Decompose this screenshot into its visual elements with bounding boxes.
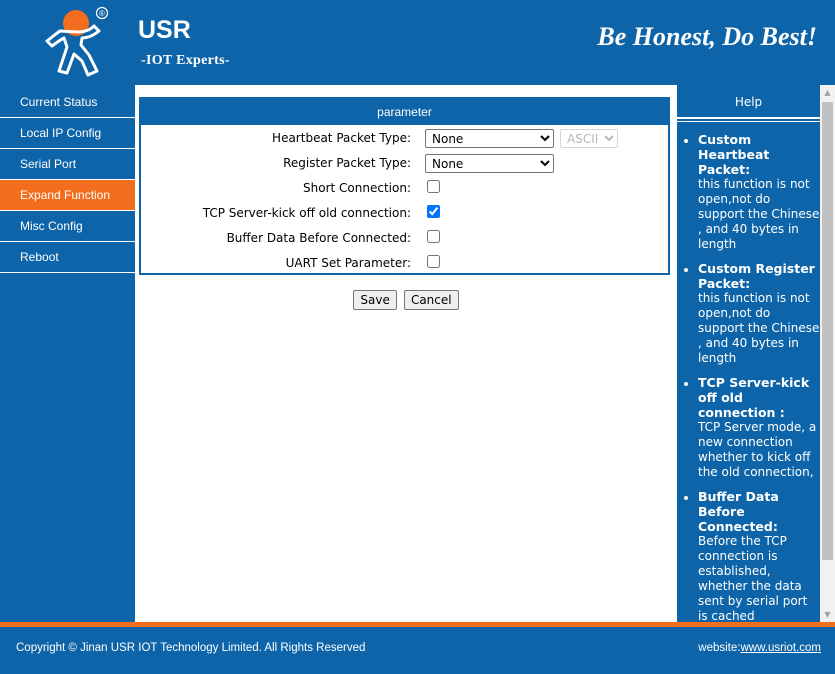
help-item: Custom Heartbeat Packet: this function i…	[698, 132, 820, 254]
help-title: Help	[677, 85, 820, 119]
help-item-heading: TCP Server-kick off old connection :	[698, 375, 810, 420]
save-button[interactable]: Save	[353, 290, 397, 310]
help-item-text: this function is not open,not do support…	[698, 291, 820, 365]
slogan: Be Honest, Do Best!	[597, 22, 817, 51]
help-item-text: this function is not open,not do support…	[698, 177, 820, 251]
cancel-button[interactable]: Cancel	[403, 290, 459, 310]
buffer-data-row: Buffer Data Before Connected:	[141, 227, 668, 252]
help-item-text: Before the TCP connection is established…	[698, 534, 808, 623]
help-body: Custom Heartbeat Packet: this function i…	[677, 121, 820, 623]
register-type-select[interactable]: None	[425, 154, 554, 173]
main-content: parameter Heartbeat Packet Type: None AS…	[135, 85, 677, 622]
header: ® USR -IOT Experts- Be Honest, Do Best!	[0, 0, 835, 85]
uart-set-parameter-checkbox[interactable]	[427, 255, 440, 268]
sidebar-item-misc-config[interactable]: Misc Config	[0, 211, 135, 242]
scroll-up-arrow-icon[interactable]: ▲	[820, 85, 835, 100]
help-scrollbar[interactable]: ▲ ▼	[820, 85, 835, 622]
buffer-data-checkbox[interactable]	[427, 230, 440, 243]
sidebar-item-current-status[interactable]: Current Status	[0, 87, 135, 118]
sidebar-item-reboot[interactable]: Reboot	[0, 242, 135, 273]
website-info: website:www.usriot.com	[698, 642, 821, 654]
heartbeat-format-select[interactable]: ASCII	[560, 129, 618, 148]
registered-mark: ®	[99, 9, 105, 18]
uart-set-label: UART Set Parameter:	[285, 256, 411, 270]
copyright-text: Copyright © Jinan USR IOT Technology Lim…	[16, 642, 366, 654]
help-item-text: TCP Server mode, a new connection whethe…	[698, 420, 817, 479]
website-link[interactable]: www.usriot.com	[740, 642, 821, 654]
kick-off-old-connection-checkbox[interactable]	[427, 205, 440, 218]
sidebar-item-serial-port[interactable]: Serial Port	[0, 149, 135, 180]
help-item-heading: Custom Heartbeat Packet:	[698, 132, 770, 177]
sidebar-nav: Current Status Local IP Config Serial Po…	[0, 85, 135, 622]
website-label: website:	[698, 642, 741, 654]
heartbeat-row: Heartbeat Packet Type: None ASCII	[141, 127, 668, 152]
short-connection-checkbox[interactable]	[427, 180, 440, 193]
uart-set-row: UART Set Parameter:	[141, 252, 668, 277]
help-item: Custom Register Packet: this function is…	[698, 261, 820, 368]
help-item-heading: Buffer Data Before Connected:	[698, 489, 779, 534]
help-list: Custom Heartbeat Packet: this function i…	[677, 122, 820, 623]
footer: Copyright © Jinan USR IOT Technology Lim…	[0, 627, 835, 674]
heartbeat-type-select[interactable]: None	[425, 129, 554, 148]
help-panel: Help Custom Heartbeat Packet: this funct…	[677, 85, 820, 623]
kick-off-label: TCP Server-kick off old connection:	[202, 206, 411, 220]
parameter-panel-title: parameter	[141, 99, 668, 125]
form-buttons: Save Cancel	[135, 289, 677, 310]
help-item-heading: Custom Register Packet:	[698, 261, 815, 291]
register-label: Register Packet Type:	[283, 156, 411, 170]
register-row: Register Packet Type: None	[141, 152, 668, 177]
sidebar-item-expand-function[interactable]: Expand Function	[0, 180, 135, 211]
heartbeat-label: Heartbeat Packet Type:	[272, 131, 411, 145]
parameter-panel: parameter Heartbeat Packet Type: None AS…	[139, 97, 670, 275]
scroll-down-arrow-icon[interactable]: ▼	[820, 607, 835, 622]
usr-person-logo-icon: ®	[45, 6, 109, 77]
help-item: TCP Server-kick off old connection : TCP…	[698, 375, 820, 482]
short-connection-label: Short Connection:	[303, 181, 411, 195]
buffer-data-label: Buffer Data Before Connected:	[226, 231, 411, 245]
sidebar-item-local-ip-config[interactable]: Local IP Config	[0, 118, 135, 149]
brand-tagline: -IOT Experts-	[141, 53, 230, 68]
short-connection-row: Short Connection:	[141, 177, 668, 202]
brand-name: USR	[138, 16, 191, 44]
kick-off-row: TCP Server-kick off old connection:	[141, 202, 668, 227]
scrollbar-thumb[interactable]	[822, 102, 833, 560]
help-item: Buffer Data Before Connected: Before the…	[698, 489, 820, 623]
